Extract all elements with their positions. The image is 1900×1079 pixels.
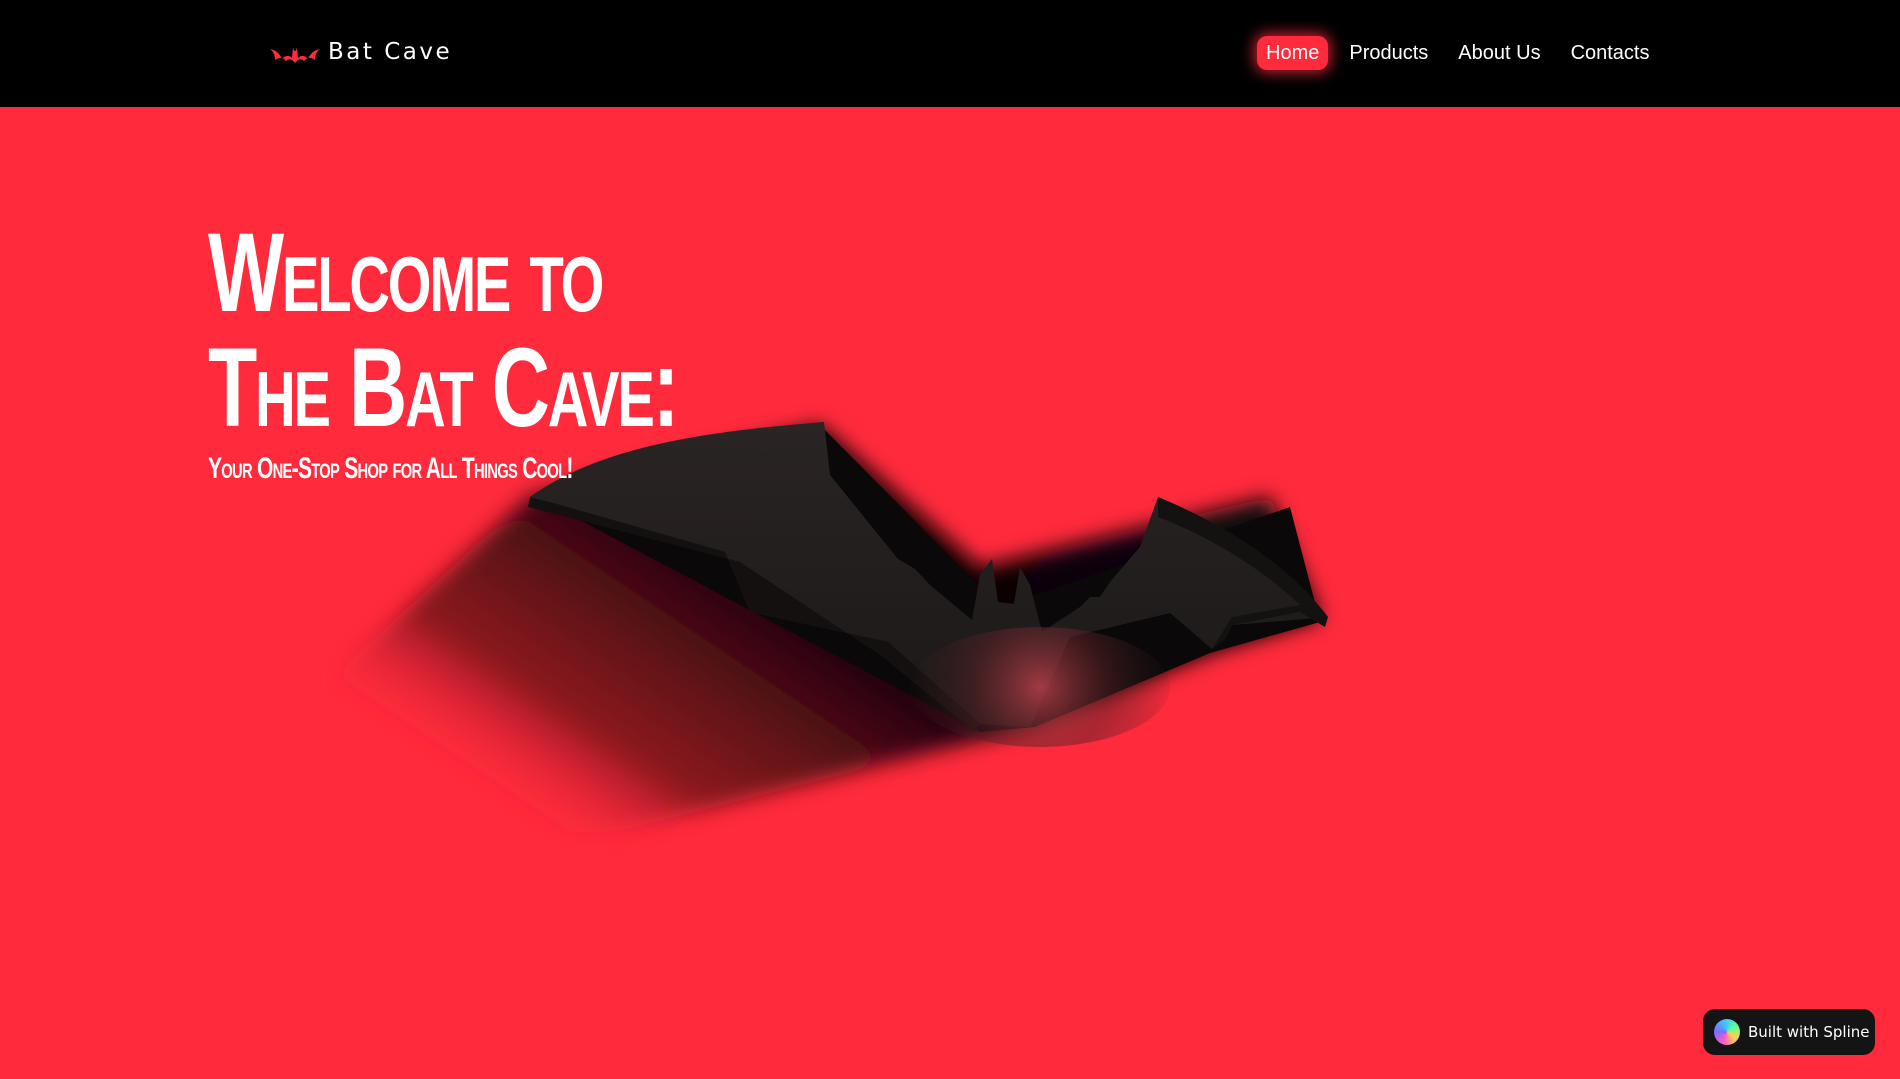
spline-logo-icon [1714,1019,1740,1045]
hero-section: Welcome to The Bat Cave: Your One-Stop S… [0,107,1900,1079]
nav-item-home[interactable]: Home [1257,36,1329,70]
hero-title-line-1: Welcome to [208,210,604,335]
nav-item-products[interactable]: Products [1340,36,1437,70]
navbar: Bat Cave Home Products About Us Contacts [0,0,1900,107]
nav-item-contacts[interactable]: Contacts [1562,36,1659,70]
brand-name: Bat Cave [328,39,453,65]
hero-title: Welcome to The Bat Cave: [208,215,679,445]
main-nav: Home Products About Us Contacts [1257,36,1659,70]
built-with-spline-badge[interactable]: Built with Spline [1703,1009,1875,1055]
hero-title-line-2: The Bat Cave: [208,325,679,450]
hero-subtitle: Your One-Stop Shop for All Things Cool! [208,452,573,485]
spline-badge-label: Built with Spline [1748,1023,1870,1041]
bat-icon [270,48,320,63]
brand[interactable]: Bat Cave [270,37,452,67]
nav-item-about-us[interactable]: About Us [1449,36,1549,70]
